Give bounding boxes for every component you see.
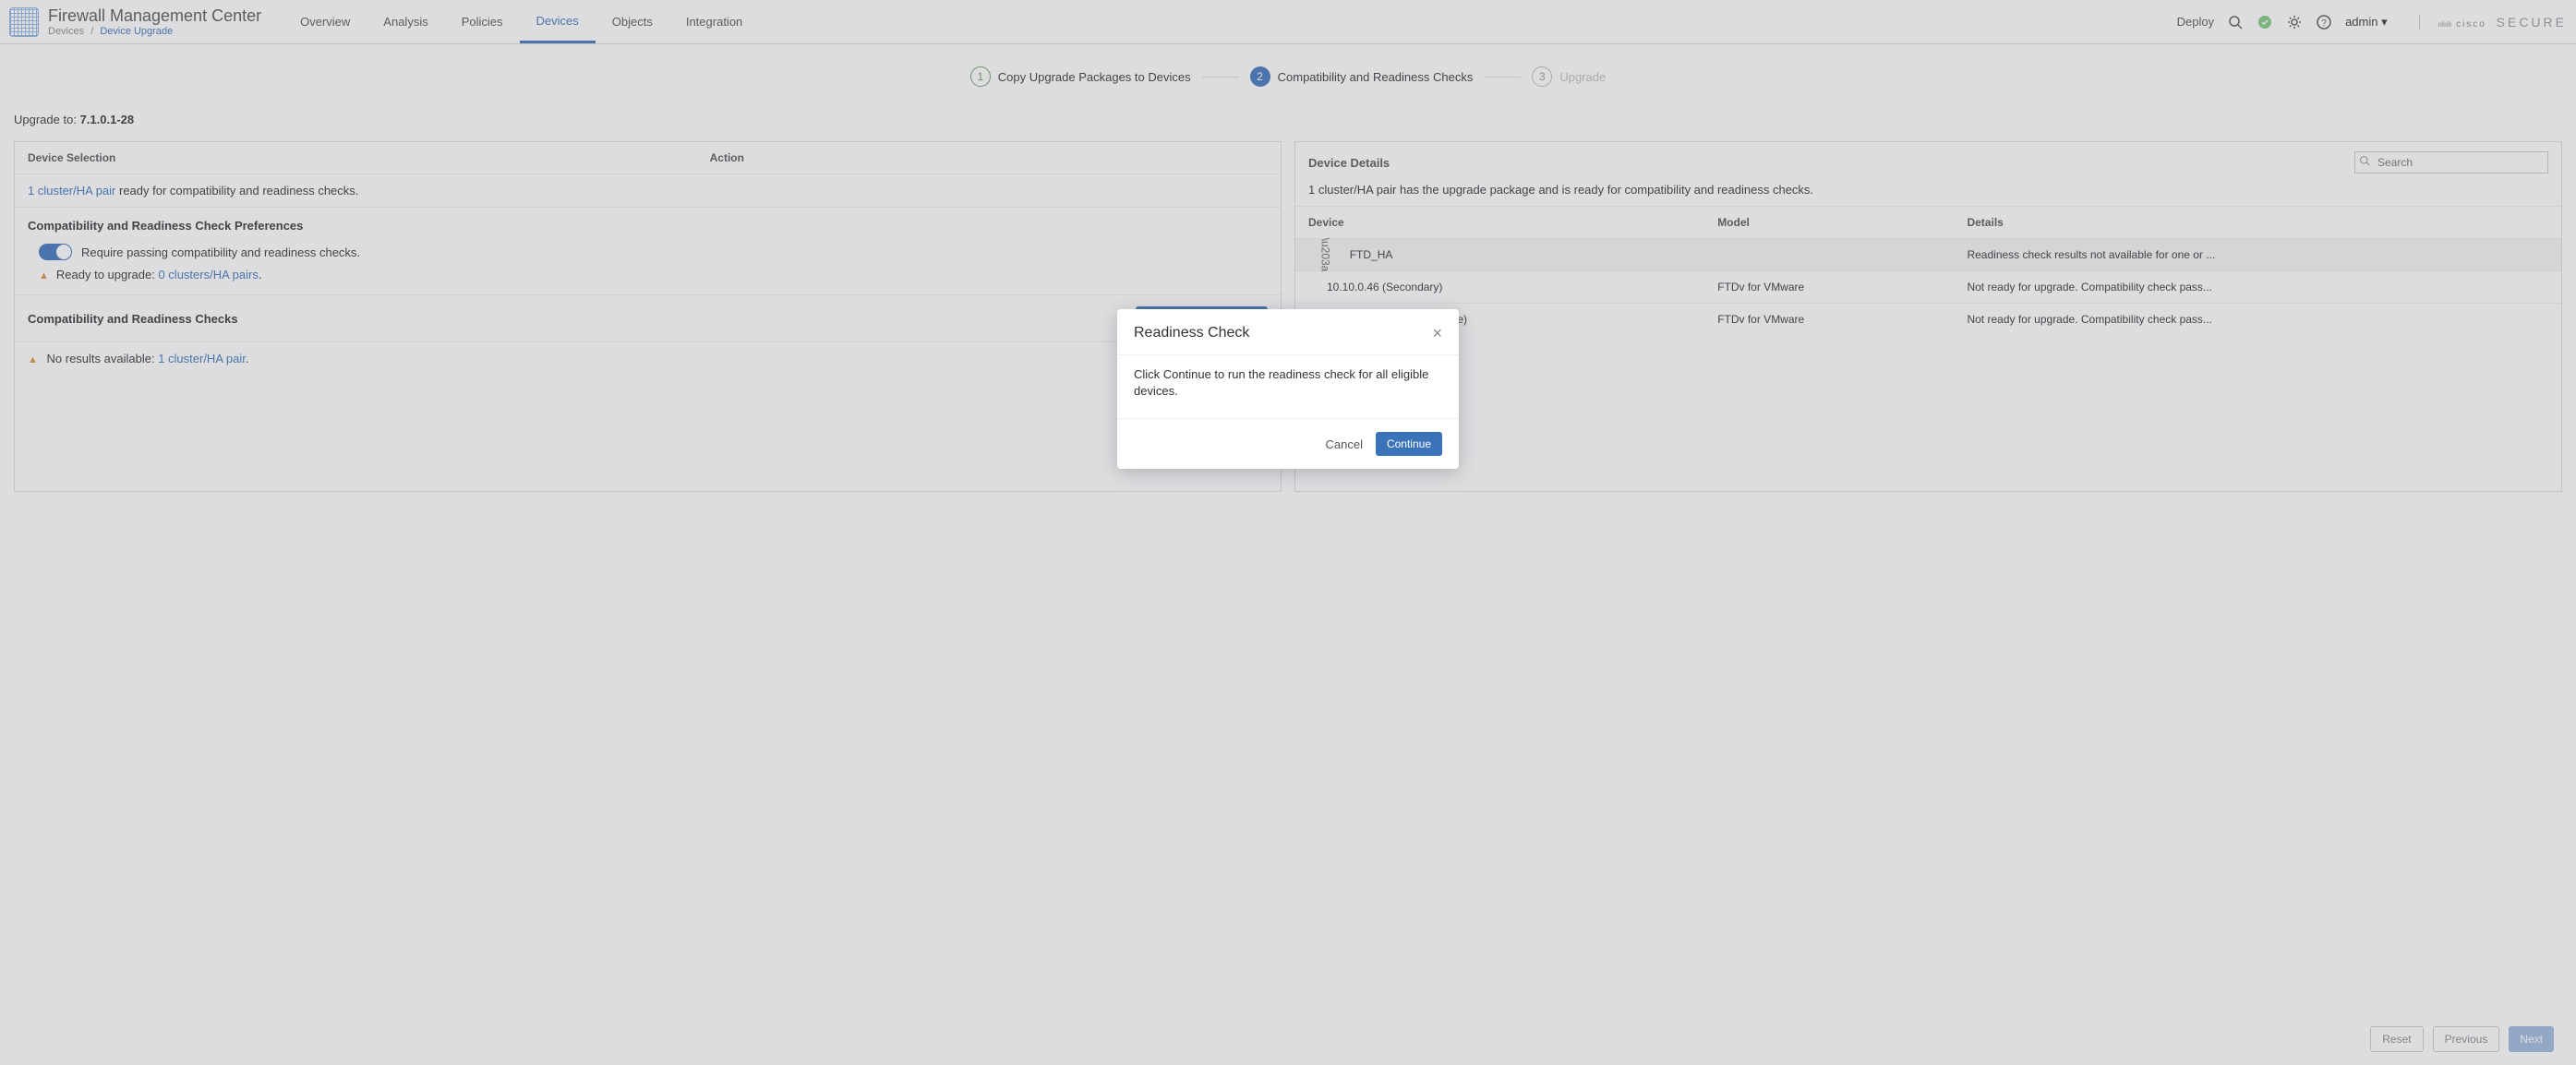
modal-body: Click Continue to run the readiness chec… <box>1117 354 1459 418</box>
modal-title: Readiness Check <box>1134 325 1249 341</box>
readiness-check-modal: Readiness Check × Click Continue to run … <box>1117 309 1459 469</box>
continue-button[interactable]: Continue <box>1376 432 1442 456</box>
cancel-button[interactable]: Cancel <box>1325 437 1362 451</box>
modal-backdrop: Readiness Check × Click Continue to run … <box>0 0 2576 1065</box>
close-icon[interactable]: × <box>1432 324 1442 343</box>
